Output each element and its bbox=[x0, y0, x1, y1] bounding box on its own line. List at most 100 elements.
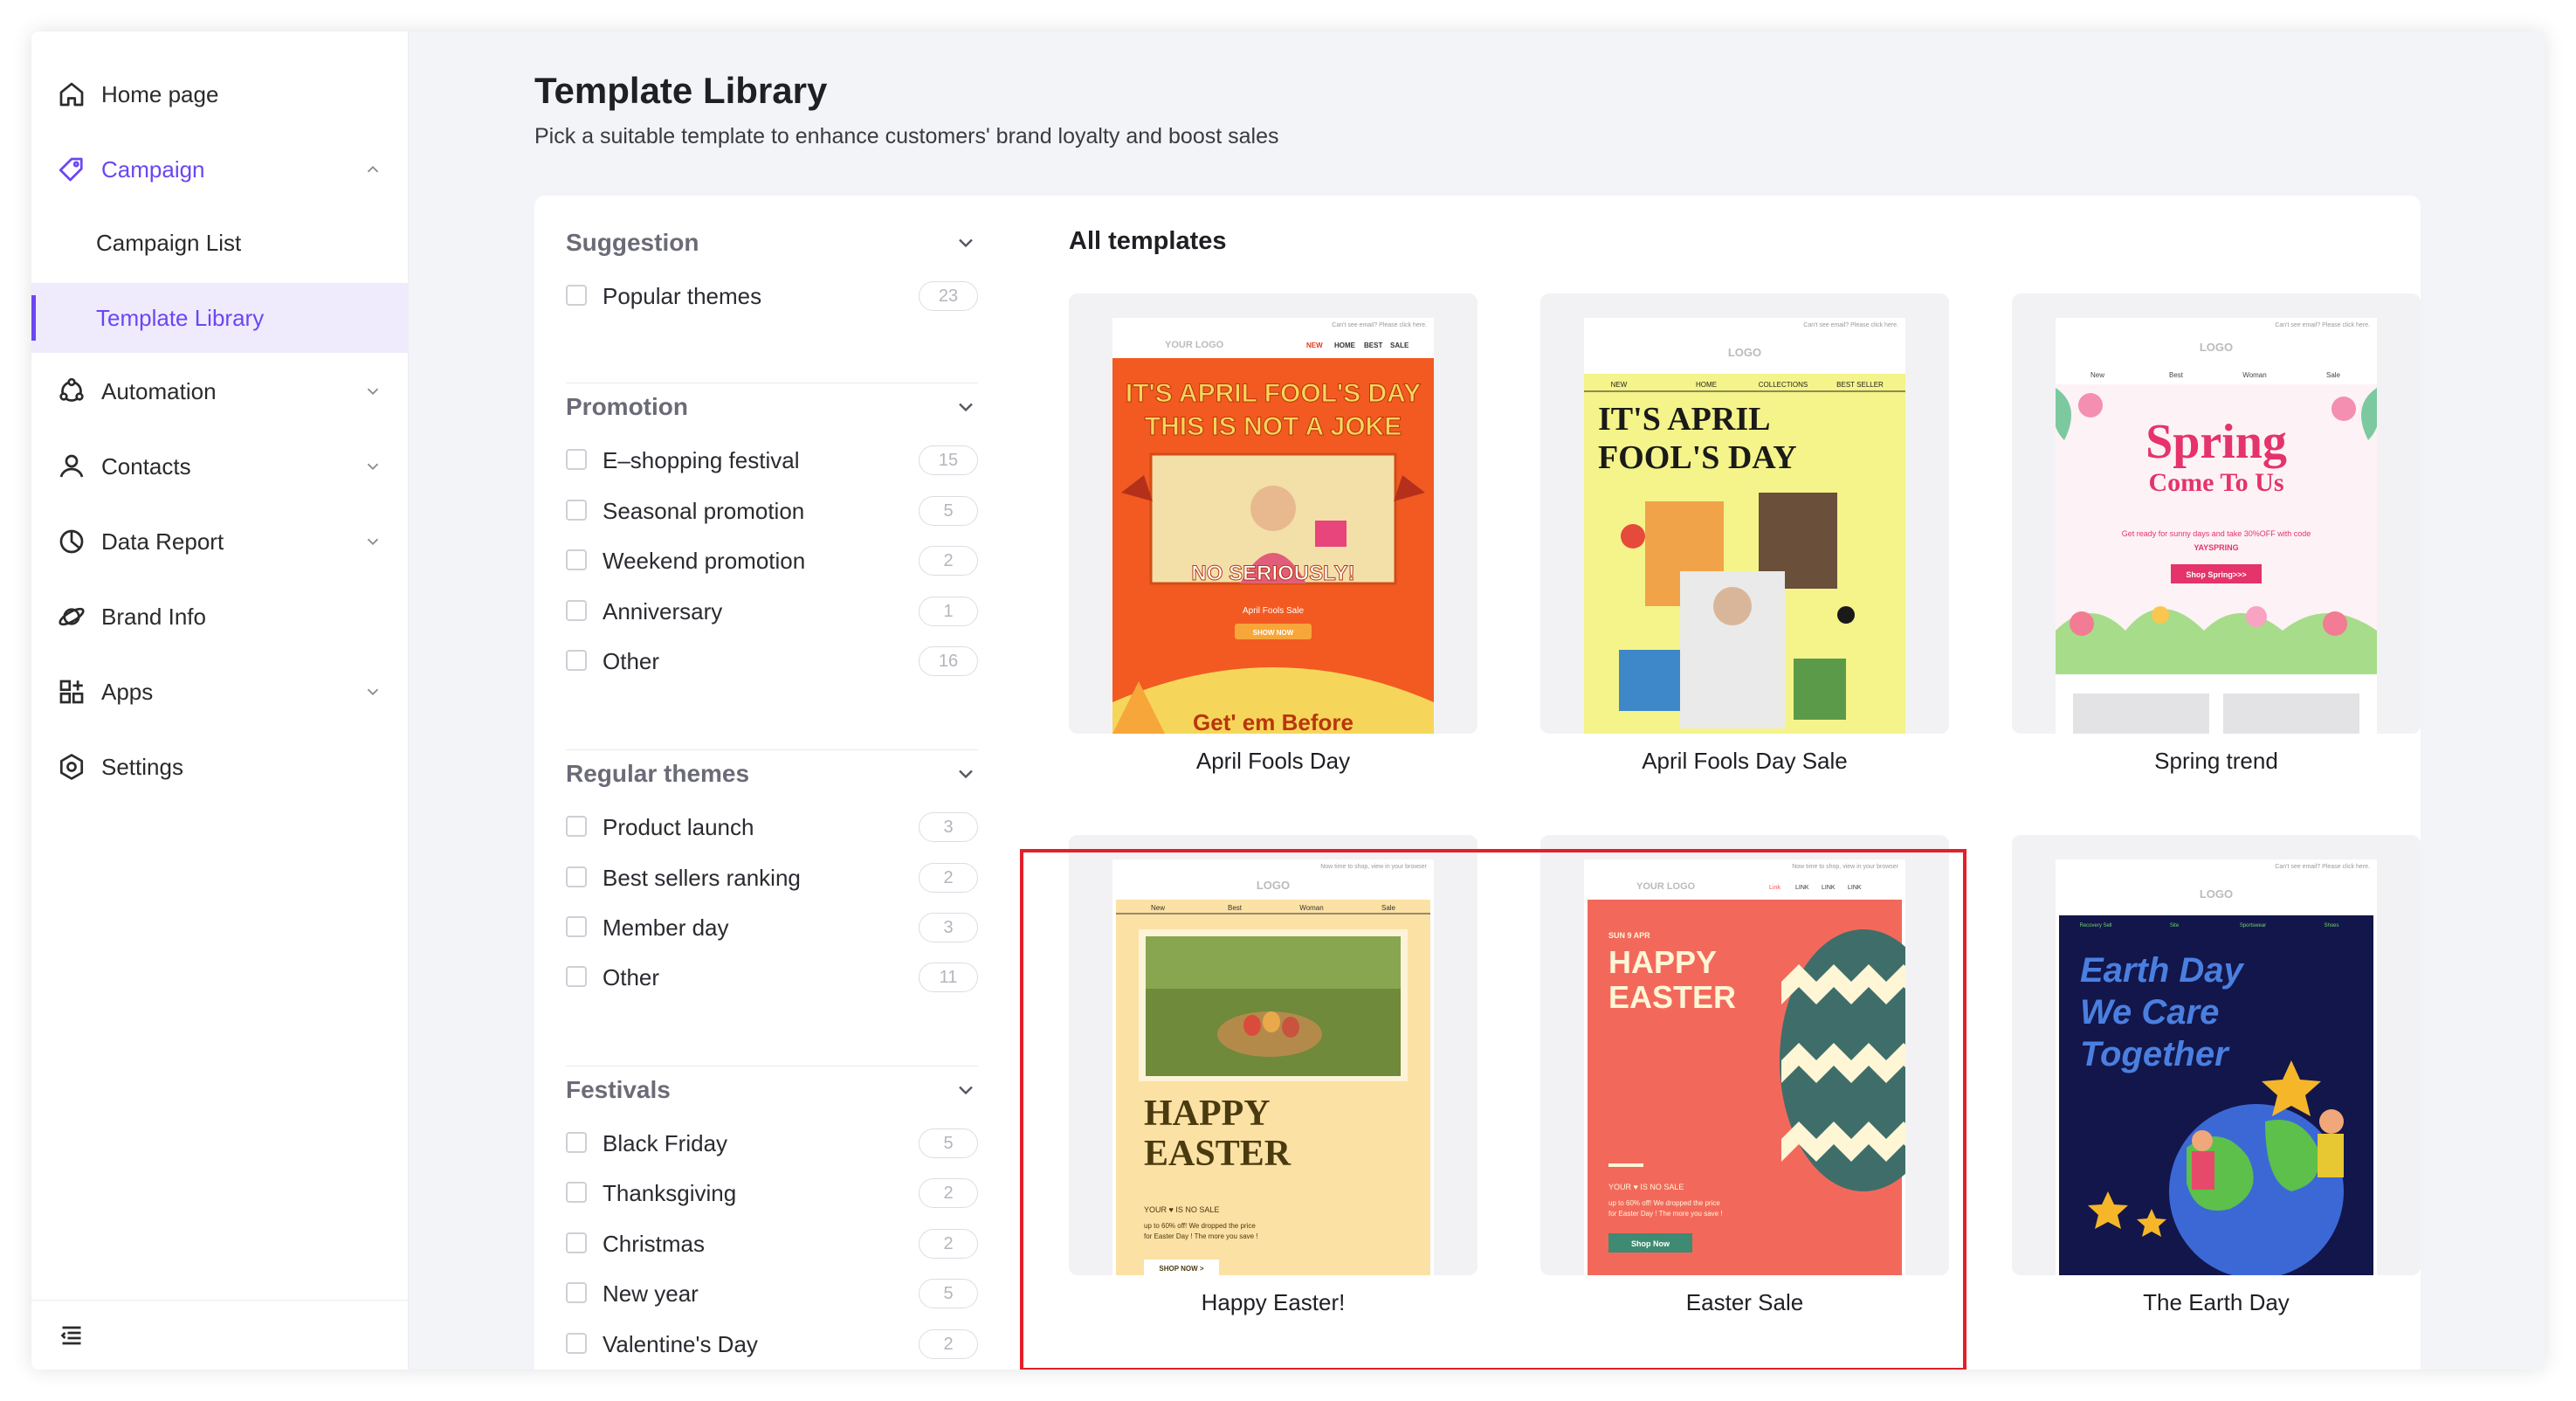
svg-text:Recovery Sell: Recovery Sell bbox=[2079, 923, 2111, 928]
svg-text:New: New bbox=[2090, 371, 2104, 379]
sidebar-footer bbox=[31, 1300, 409, 1370]
svg-text:IT'S APRIL: IT'S APRIL bbox=[1598, 401, 1770, 438]
template-card-easter-sale[interactable]: Now time to shop, view in your browser Y… bbox=[1540, 835, 1949, 1275]
sidebar-item-label: Settings bbox=[101, 753, 183, 780]
svg-text:SALE: SALE bbox=[1390, 342, 1409, 349]
sidebar-item-label: Campaign List bbox=[96, 229, 242, 256]
filter-checkbox[interactable] bbox=[566, 1333, 587, 1354]
app-window: Home page Campaign Campaign List Templat… bbox=[31, 31, 2545, 1370]
filter-option-label: Member day bbox=[603, 914, 729, 941]
svg-text:Shoes: Shoes bbox=[2324, 923, 2338, 928]
filter-option-label: Other bbox=[603, 964, 660, 990]
user-icon bbox=[56, 451, 87, 482]
svg-text:We Care: We Care bbox=[2080, 993, 2219, 1032]
sidebar-item-campaign-list[interactable]: Campaign List bbox=[31, 208, 409, 278]
filter-checkbox[interactable] bbox=[566, 1132, 587, 1153]
chevron-down-icon[interactable] bbox=[954, 762, 978, 786]
filter-checkbox[interactable] bbox=[566, 500, 587, 521]
sidebar-item-contacts[interactable]: Contacts bbox=[31, 431, 409, 501]
sidebar-item-data-report[interactable]: Data Report bbox=[31, 507, 409, 576]
filter-checkbox[interactable] bbox=[566, 816, 587, 837]
sidebar-item-brand-info[interactable]: Brand Info bbox=[31, 582, 409, 652]
filter-count-badge: 1 bbox=[919, 597, 978, 626]
filter-option: Anniversary 1 bbox=[566, 593, 978, 628]
template-name: Spring trend bbox=[2154, 748, 2278, 774]
filter-count-badge: 15 bbox=[919, 445, 978, 475]
svg-text:up to 60% off! We dropped the: up to 60% off! We dropped the price bbox=[1144, 1222, 1256, 1230]
svg-text:Woman: Woman bbox=[1299, 904, 1323, 912]
filter-option-label: Seasonal promotion bbox=[603, 498, 805, 524]
filter-count-badge: 5 bbox=[919, 496, 978, 526]
automation-icon bbox=[56, 376, 87, 407]
chevron-up-icon bbox=[363, 160, 382, 179]
page-subtitle: Pick a suitable template to enhance cust… bbox=[534, 124, 1279, 148]
chevron-down-icon[interactable] bbox=[954, 395, 978, 419]
svg-text:COLLECTIONS: COLLECTIONS bbox=[1759, 381, 1808, 389]
svg-text:FOOL'S DAY: FOOL'S DAY bbox=[1598, 439, 1797, 476]
svg-text:for Easter Day ! The more you: for Easter Day ! The more you save ! bbox=[1608, 1210, 1723, 1218]
sidebar-item-settings[interactable]: Settings bbox=[31, 732, 409, 802]
sidebar-item-label: Apps bbox=[101, 678, 154, 705]
svg-text:Now time to shop, view in your: Now time to shop, view in your browser bbox=[1320, 864, 1427, 870]
template-thumbnail: Now time to shop, view in your browser L… bbox=[1112, 859, 1434, 1275]
filter-checkbox[interactable] bbox=[566, 916, 587, 937]
filter-option-label: Weekend promotion bbox=[603, 548, 806, 574]
filter-checkbox[interactable] bbox=[566, 600, 587, 621]
svg-text:SHOP NOW >: SHOP NOW > bbox=[1159, 1265, 1204, 1273]
filter-count-badge: 2 bbox=[919, 863, 978, 893]
filter-option-label: Valentine's Day bbox=[603, 1331, 758, 1357]
filter-option-label: Black Friday bbox=[603, 1130, 728, 1156]
template-thumbnail: Now time to shop, view in your browser Y… bbox=[1584, 859, 1905, 1275]
filter-checkbox[interactable] bbox=[566, 1232, 587, 1253]
filter-option: E–shopping festival 15 bbox=[566, 442, 978, 477]
svg-text:Best: Best bbox=[2169, 371, 2184, 379]
svg-text:LOGO: LOGO bbox=[2200, 887, 2233, 901]
template-card-april-fools-day-sale[interactable]: Can't see email? Please click here. LOGO… bbox=[1540, 293, 1949, 734]
apps-grid-icon bbox=[56, 676, 87, 707]
filter-count-badge: 2 bbox=[919, 1178, 978, 1208]
filter-checkbox[interactable] bbox=[566, 549, 587, 570]
template-card-spring-trend[interactable]: Can't see email? Please click here. LOGO… bbox=[2012, 293, 2421, 734]
svg-text:Link: Link bbox=[1769, 885, 1780, 891]
filter-option: New year 5 bbox=[566, 1275, 978, 1310]
filter-checkbox[interactable] bbox=[566, 866, 587, 887]
template-card-happy-easter[interactable]: Now time to shop, view in your browser L… bbox=[1069, 835, 1477, 1275]
template-card-the-earth-day[interactable]: Can't see email? Please click here. LOGO… bbox=[2012, 835, 2421, 1275]
chevron-down-icon bbox=[363, 682, 382, 701]
filter-checkbox[interactable] bbox=[566, 966, 587, 987]
filter-checkbox[interactable] bbox=[566, 449, 587, 470]
sidebar-item-apps[interactable]: Apps bbox=[31, 657, 409, 727]
filter-count-badge: 3 bbox=[919, 913, 978, 942]
svg-text:HAPPY: HAPPY bbox=[1608, 944, 1717, 980]
template-panel: Suggestion Popular themes 23 Promotion E… bbox=[534, 196, 2421, 1370]
filter-checkbox[interactable] bbox=[566, 1182, 587, 1203]
svg-text:LINK: LINK bbox=[1795, 885, 1809, 891]
filter-checkbox[interactable] bbox=[566, 285, 587, 306]
sidebar-item-automation[interactable]: Automation bbox=[31, 356, 409, 426]
filter-checkbox[interactable] bbox=[566, 1282, 587, 1303]
chevron-down-icon[interactable] bbox=[954, 1078, 978, 1102]
svg-text:Earth Day: Earth Day bbox=[2080, 951, 2244, 990]
filter-group-promotion-title: Promotion bbox=[566, 393, 688, 420]
filter-option: Christmas 2 bbox=[566, 1225, 978, 1260]
svg-text:Can't see email? Please click: Can't see email? Please click here. bbox=[1803, 322, 1898, 328]
svg-text:Come To Us: Come To Us bbox=[2148, 468, 2283, 497]
svg-text:Can't see email? Please click: Can't see email? Please click here. bbox=[1332, 322, 1427, 328]
svg-text:April Fools Sale: April Fools Sale bbox=[1243, 606, 1304, 616]
svg-text:Can't see email? Please click: Can't see email? Please click here. bbox=[2275, 322, 2370, 328]
collapse-menu-icon[interactable] bbox=[56, 1320, 87, 1351]
filter-count-badge: 3 bbox=[919, 812, 978, 842]
filter-option-label: New year bbox=[603, 1280, 699, 1307]
sidebar-item-label: Contacts bbox=[101, 452, 191, 480]
filter-option: Product launch 3 bbox=[566, 809, 978, 844]
template-name: The Earth Day bbox=[2143, 1289, 2290, 1315]
sidebar-item-template-library[interactable]: Template Library bbox=[31, 283, 409, 353]
svg-text:Get ready for sunny days and t: Get ready for sunny days and take 30%OFF… bbox=[2122, 529, 2311, 538]
sidebar-item-campaign[interactable]: Campaign bbox=[31, 135, 409, 204]
sidebar-item-home-page[interactable]: Home page bbox=[31, 59, 409, 129]
svg-text:YOUR ♥ IS NO SALE: YOUR ♥ IS NO SALE bbox=[1608, 1183, 1684, 1191]
chevron-down-icon[interactable] bbox=[954, 231, 978, 255]
template-card-april-fools-day[interactable]: Can't see email? Please click here. YOUR… bbox=[1069, 293, 1477, 734]
svg-text:Shop Now: Shop Now bbox=[1631, 1239, 1670, 1248]
filter-checkbox[interactable] bbox=[566, 650, 587, 671]
